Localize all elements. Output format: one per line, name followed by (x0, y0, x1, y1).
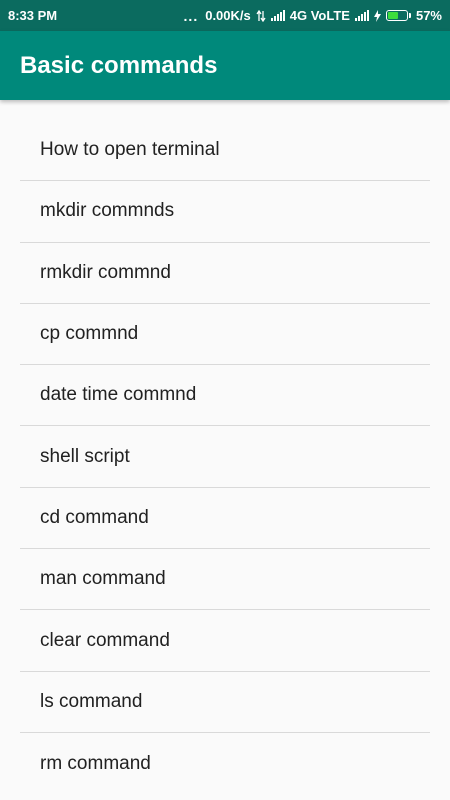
list-item-label: clear command (40, 629, 170, 651)
list-item-label: date time commnd (40, 384, 197, 406)
battery-percent: 57% (415, 8, 442, 23)
network-type: 4G VoLTE (289, 8, 350, 23)
notification-dots-icon: ... (183, 7, 199, 24)
list-item-label: shell script (40, 445, 130, 467)
list-item[interactable]: cd command (20, 488, 430, 550)
page-title: Basic commands (20, 51, 218, 79)
data-transfer-icon (256, 9, 266, 22)
status-right: ... 0.00K/s 4G VoLTE 57% (184, 8, 442, 24)
command-list: How to open terminal mkdir commnds rmkdi… (20, 120, 430, 794)
list-item-label: ls command (40, 690, 143, 712)
network-speed: 0.00K/s (205, 8, 251, 23)
list-item[interactable]: cp commnd (20, 304, 430, 366)
list-item-label: man command (40, 568, 166, 590)
status-time: 8:33 PM (8, 8, 58, 23)
battery-icon (385, 10, 411, 21)
list-item-label: How to open terminal (40, 139, 220, 161)
app-bar: Basic commands (0, 31, 450, 100)
battery-fill (387, 12, 399, 19)
list-item[interactable]: clear command (20, 610, 430, 672)
list-item[interactable]: date time commnd (20, 365, 430, 427)
status-left: 8:33 PM (8, 8, 57, 23)
list-item-label: cd command (40, 506, 149, 528)
list-item[interactable]: mkdir commnds (20, 181, 430, 243)
list-item-label: cp commnd (40, 323, 139, 345)
list-item-label: rm command (40, 752, 151, 774)
status-bar: 8:33 PM ... 0.00K/s 4G VoLTE 57% (0, 0, 450, 31)
list-item-label: rmkdir commnd (40, 261, 171, 283)
list-item[interactable]: ls command (20, 672, 430, 733)
signal-strength-icon (270, 10, 285, 21)
signal-strength-2-icon (354, 10, 369, 21)
charging-bolt-icon (373, 9, 381, 22)
list-item[interactable]: man command (20, 549, 430, 611)
list-item-label: mkdir commnds (40, 200, 175, 222)
list-item[interactable]: rm command (20, 733, 430, 794)
list-item[interactable]: rmkdir commnd (20, 243, 430, 304)
list-item[interactable]: How to open terminal (20, 120, 430, 182)
list-item[interactable]: shell script (20, 426, 430, 488)
